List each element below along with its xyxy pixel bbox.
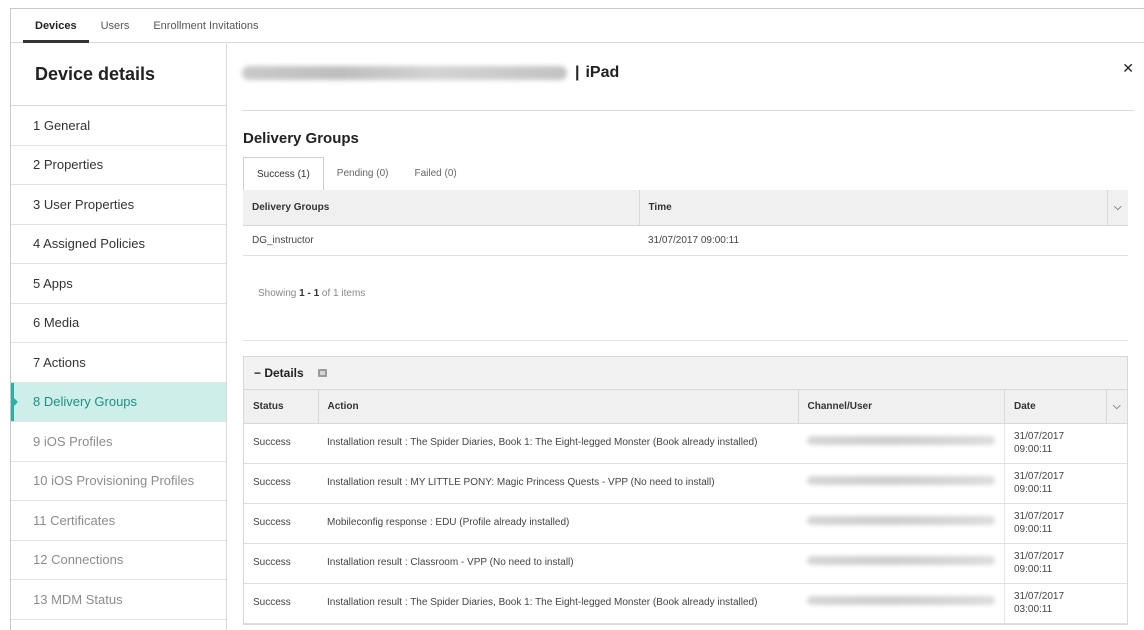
column-header-status[interactable]: Status bbox=[244, 390, 319, 424]
row-date-day: 31/07/2017 bbox=[1014, 550, 1065, 562]
column-header-channel-user[interactable]: Channel/User bbox=[798, 390, 1005, 424]
delivery-groups-table: Delivery Groups Time ⌵ DG_instructor 31/… bbox=[243, 190, 1128, 256]
table-row[interactable]: DG_instructor 31/07/2017 09:00:11 bbox=[243, 225, 1128, 256]
row-date: 31/07/2017 09:00:11 bbox=[1004, 543, 1127, 584]
export-icon[interactable] bbox=[317, 369, 327, 377]
redacted-user bbox=[807, 516, 995, 526]
row-channel-user bbox=[798, 423, 1005, 464]
row-status: Success bbox=[244, 543, 318, 584]
showing-suffix: of 1 items bbox=[319, 288, 366, 299]
row-action: Installation result : MY LITTLE PONY: Ma… bbox=[318, 463, 798, 504]
row-status: Success bbox=[244, 583, 318, 624]
sidebar-item-user-properties[interactable]: 3 User Properties bbox=[11, 185, 226, 225]
page-header: | iPad bbox=[242, 56, 1144, 90]
chevron-down-icon[interactable]: ⌵ bbox=[1106, 390, 1127, 424]
table-row[interactable]: Success Installation result : Classroom … bbox=[244, 543, 1127, 584]
sidebar-item-media[interactable]: 6 Media bbox=[11, 304, 226, 343]
row-date-time: 09:00:11 bbox=[1014, 564, 1053, 575]
row-status: Success bbox=[244, 503, 318, 544]
row-date-day: 31/07/2017 bbox=[1014, 590, 1065, 602]
sidebar-item-actions[interactable]: 7 Actions bbox=[11, 343, 226, 383]
main-panel: | iPad ✕ Delivery Groups Success (1) Pen… bbox=[228, 44, 1144, 630]
tab-success[interactable]: Success (1) bbox=[243, 157, 324, 191]
row-action: Installation result : The Spider Diaries… bbox=[318, 583, 798, 624]
chevron-down-icon[interactable]: ⌵ bbox=[1107, 190, 1128, 226]
tab-failed[interactable]: Failed (0) bbox=[402, 156, 470, 190]
redacted-user bbox=[807, 596, 995, 606]
device-details-window: Devices Users Enrollment Invitations Dev… bbox=[10, 8, 1144, 630]
showing-range: 1 - 1 bbox=[299, 288, 320, 299]
delivery-status-tabs: Success (1) Pending (0) Failed (0) bbox=[243, 157, 1128, 191]
row-date-time: 09:00:11 bbox=[1014, 524, 1053, 535]
pagination-summary: Showing 1 - 1 of 1 items bbox=[258, 288, 365, 299]
row-date-day: 31/07/2017 bbox=[1014, 430, 1065, 442]
row-date: 31/07/2017 09:00:11 bbox=[1004, 503, 1127, 544]
redacted-user bbox=[807, 556, 995, 566]
column-header-time[interactable]: Time bbox=[639, 190, 1108, 226]
row-date-time: 09:00:11 bbox=[1014, 444, 1053, 455]
tab-devices[interactable]: Devices bbox=[23, 9, 89, 43]
row-date-time: 09:00:11 bbox=[1014, 484, 1053, 495]
details-toggle[interactable]: − Details bbox=[244, 357, 1127, 390]
top-navigation: Devices Users Enrollment Invitations bbox=[11, 9, 1144, 43]
row-action: Installation result : The Spider Diaries… bbox=[318, 423, 798, 464]
sidebar-item-connections: 12 Connections bbox=[11, 541, 226, 580]
sidebar-item-ios-provisioning-profiles: 10 iOS Provisioning Profiles bbox=[11, 462, 226, 501]
table-row[interactable]: Success Installation result : MY LITTLE … bbox=[244, 463, 1127, 504]
sidebar-item-apps[interactable]: 5 Apps bbox=[11, 264, 226, 304]
details-title: − Details bbox=[254, 366, 304, 380]
row-channel-user bbox=[798, 543, 1005, 584]
table-row[interactable]: Success Installation result : The Spider… bbox=[244, 423, 1127, 464]
table-row[interactable]: Success Mobileconfig response : EDU (Pro… bbox=[244, 503, 1127, 544]
sidebar-item-general[interactable]: 1 General bbox=[11, 106, 226, 146]
panel-divider bbox=[243, 340, 1128, 341]
header-divider bbox=[242, 110, 1134, 111]
redacted-user-email bbox=[242, 66, 567, 80]
delivery-group-name: DG_instructor bbox=[243, 225, 639, 256]
row-date: 31/07/2017 09:00:11 bbox=[1004, 423, 1127, 464]
redacted-user bbox=[807, 436, 995, 446]
row-date: 31/07/2017 09:00:11 bbox=[1004, 463, 1127, 504]
row-action: Mobileconfig response : EDU (Profile alr… bbox=[318, 503, 798, 544]
row-date-time: 03:00:11 bbox=[1014, 604, 1053, 615]
row-status: Success bbox=[244, 423, 318, 464]
close-icon[interactable]: ✕ bbox=[1122, 60, 1134, 77]
details-table: Status Action Channel/User Date ⌵ Succes… bbox=[244, 390, 1127, 624]
tab-enrollment-invitations[interactable]: Enrollment Invitations bbox=[141, 9, 270, 42]
sidebar-item-ios-profiles: 9 iOS Profiles bbox=[11, 422, 226, 462]
sidebar: Device details 1 General 2 Properties 3 … bbox=[11, 44, 227, 630]
tab-pending[interactable]: Pending (0) bbox=[324, 156, 402, 190]
redacted-user bbox=[807, 476, 995, 486]
column-header-date[interactable]: Date bbox=[1004, 390, 1107, 424]
row-channel-user bbox=[798, 463, 1005, 504]
sidebar-item-assigned-policies[interactable]: 4 Assigned Policies bbox=[11, 225, 226, 264]
sidebar-item-certificates: 11 Certificates bbox=[11, 501, 226, 541]
row-channel-user bbox=[798, 503, 1005, 544]
row-date-day: 31/07/2017 bbox=[1014, 510, 1065, 522]
header-separator: | bbox=[575, 64, 580, 81]
sidebar-title: Device details bbox=[11, 44, 226, 106]
row-channel-user bbox=[798, 583, 1005, 624]
showing-prefix: Showing bbox=[258, 288, 300, 299]
column-header-action[interactable]: Action bbox=[318, 390, 799, 424]
tab-users[interactable]: Users bbox=[89, 9, 142, 42]
sidebar-item-mdm-status: 13 MDM Status bbox=[11, 580, 226, 620]
row-action: Installation result : Classroom - VPP (N… bbox=[318, 543, 798, 584]
sidebar-item-delivery-groups[interactable]: 8 Delivery Groups bbox=[11, 382, 226, 422]
row-status: Success bbox=[244, 463, 318, 504]
row-date: 31/07/2017 03:00:11 bbox=[1004, 583, 1127, 624]
section-title: Delivery Groups bbox=[243, 130, 359, 147]
row-date-day: 31/07/2017 bbox=[1014, 470, 1065, 482]
delivery-time: 31/07/2017 09:00:11 bbox=[639, 225, 1128, 256]
sidebar-item-properties[interactable]: 2 Properties bbox=[11, 146, 226, 185]
column-header-delivery-groups[interactable]: Delivery Groups bbox=[243, 190, 640, 226]
device-name: iPad bbox=[585, 64, 620, 81]
table-row[interactable]: Success Installation result : The Spider… bbox=[244, 583, 1127, 624]
details-panel: − Details Status Action Channel/User Dat… bbox=[243, 356, 1128, 625]
